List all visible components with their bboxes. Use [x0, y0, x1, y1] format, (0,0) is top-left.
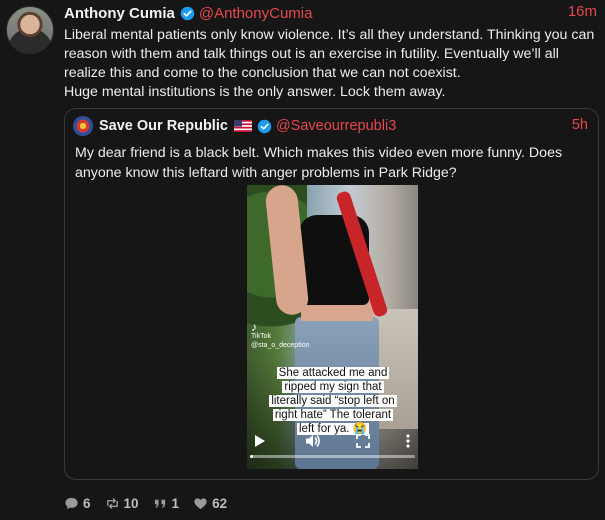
- post-header: Anthony Cumia @AnthonyCumia 16m: [64, 2, 597, 24]
- us-flag-icon: [233, 120, 252, 132]
- fullscreen-icon: [356, 434, 370, 448]
- quoted-post[interactable]: Save Our Republic @Saveourrepubli3 5h My…: [64, 108, 599, 480]
- post-actions: 6 10 1 62: [64, 493, 241, 513]
- avatar[interactable]: [6, 6, 54, 54]
- video-progress-bar[interactable]: [250, 455, 415, 458]
- video-progress-fill: [250, 455, 254, 458]
- tiktok-icon: ♪: [251, 320, 257, 334]
- post-time[interactable]: 16m: [568, 3, 597, 20]
- post-text: Liberal mental patients only know violen…: [64, 26, 599, 102]
- heart-icon: [194, 497, 207, 509]
- repost-count: 10: [123, 495, 139, 511]
- fullscreen-button[interactable]: [354, 432, 372, 450]
- quote-button[interactable]: 1: [153, 495, 180, 511]
- reply-count: 6: [83, 495, 91, 511]
- quote-count: 1: [171, 495, 180, 511]
- tiktok-label: TikTok: [251, 333, 271, 340]
- quoted-post-header: Save Our Republic @Saveourrepubli3 5h: [73, 115, 588, 137]
- more-vertical-icon: [406, 434, 410, 448]
- video-controls: [247, 425, 418, 469]
- volume-button[interactable]: [304, 432, 322, 450]
- quoted-avatar[interactable]: [73, 116, 93, 136]
- quote-icon: [154, 499, 165, 508]
- reply-icon: [65, 497, 78, 509]
- quoted-handle[interactable]: @Saveourrepubli3: [276, 118, 396, 134]
- quoted-display-name[interactable]: Save Our Republic: [99, 118, 228, 134]
- tiktok-watermark: ♪ TikTok @sta_o_deception: [251, 320, 310, 350]
- repost-button[interactable]: 10: [105, 496, 139, 511]
- video-player[interactable]: ♪ TikTok @sta_o_deception She attacked m…: [247, 185, 418, 469]
- post-text-line: Liberal mental patients only know violen…: [64, 27, 595, 81]
- quoted-text: My dear friend is a black belt. Which ma…: [75, 145, 563, 181]
- post: Anthony Cumia @AnthonyCumia 16m Liberal …: [0, 0, 605, 520]
- tiktok-user: @sta_o_deception: [251, 342, 310, 349]
- quoted-time[interactable]: 5h: [572, 117, 588, 133]
- author-handle[interactable]: @AnthonyCumia: [199, 5, 313, 22]
- reply-button[interactable]: 6: [64, 496, 91, 511]
- play-button[interactable]: [250, 432, 268, 450]
- author-display-name[interactable]: Anthony Cumia: [64, 5, 175, 22]
- play-icon: [255, 435, 265, 447]
- like-button[interactable]: 62: [193, 496, 227, 511]
- more-options-button[interactable]: [399, 432, 417, 450]
- repost-icon: [106, 497, 118, 509]
- post-text-line: Huge mental institutions is the only ans…: [64, 84, 446, 100]
- like-count: 62: [212, 495, 228, 511]
- volume-icon: [306, 435, 320, 447]
- verified-badge-icon: [257, 119, 272, 133]
- verified-badge-icon: [180, 6, 195, 20]
